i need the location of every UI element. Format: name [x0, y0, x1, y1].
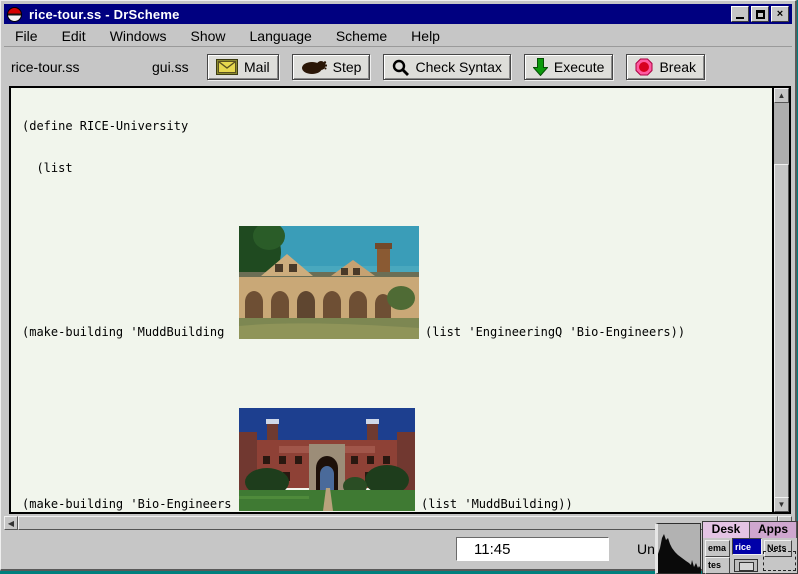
menu-show[interactable]: Show	[178, 26, 237, 46]
menu-bar: File Edit Windows Show Language Scheme H…	[4, 26, 792, 47]
scroll-up-arrow-icon[interactable]: ▲	[774, 88, 789, 103]
break-button-label: Break	[659, 59, 697, 75]
pager-selection-outline	[763, 551, 796, 571]
menu-scheme[interactable]: Scheme	[324, 26, 399, 46]
window-title: rice-tour.ss - DrScheme	[29, 6, 180, 22]
clock-display: 11:45	[456, 537, 609, 561]
clock-time: 11:45	[474, 540, 511, 558]
pager-body: ema rice Nets tes	[703, 538, 797, 574]
mudd-building-photo	[239, 226, 419, 339]
pager-item-rice-active[interactable]: rice	[732, 538, 762, 555]
maximize-button[interactable]	[751, 6, 769, 22]
green-down-arrow-icon	[532, 58, 548, 76]
close-button[interactable]: ×	[771, 6, 789, 22]
close-icon: ×	[776, 8, 784, 20]
vertical-scrollbar[interactable]: ▲ ▼	[772, 88, 789, 512]
bio-engineers-building-photo	[239, 408, 415, 511]
vertical-scrollbar-thumb[interactable]	[774, 164, 789, 502]
tab-desk[interactable]: Desk	[703, 522, 750, 538]
code-text: (make-building 'MuddBuilding	[22, 325, 225, 339]
execute-button-label: Execute	[553, 59, 605, 75]
desktop-pager-window: Desk Apps ema rice Nets tes	[702, 521, 798, 574]
menu-language[interactable]: Language	[238, 26, 324, 46]
teachpack-label: gui.ss	[152, 59, 189, 75]
code-text: (make-building 'Bio-Engineers	[22, 497, 232, 511]
mail-button-label: Mail	[244, 59, 270, 75]
pager-item-emacs[interactable]: ema	[705, 540, 730, 557]
code-row-mudd: (make-building 'MuddBuilding (list 'Engi…	[22, 226, 772, 339]
footprint-icon	[301, 61, 327, 74]
minimize-button[interactable]	[731, 6, 749, 22]
menu-help[interactable]: Help	[399, 26, 452, 46]
definitions-editor: (define RICE-University (list (make-buil…	[9, 86, 791, 514]
drscheme-window: rice-tour.ss - DrScheme × File Edit Wind…	[0, 0, 797, 571]
break-button[interactable]: Break	[626, 54, 706, 80]
code-area[interactable]: (define RICE-University (list (make-buil…	[11, 88, 772, 512]
step-button-label: Step	[332, 59, 362, 75]
menu-windows[interactable]: Windows	[98, 26, 179, 46]
title-bar[interactable]: rice-tour.ss - DrScheme ×	[4, 4, 792, 24]
code-text: (list 'EngineeringQ 'Bio-Engineers))	[425, 325, 686, 339]
scroll-down-arrow-icon[interactable]: ▼	[774, 497, 789, 512]
menu-file[interactable]: File	[4, 26, 50, 46]
drscheme-logo-icon	[7, 6, 22, 22]
execute-button[interactable]: Execute	[523, 54, 614, 80]
mail-button[interactable]: Mail	[207, 54, 279, 80]
desktop: { "colors": { "titlebar": "#000080", "ch…	[0, 0, 798, 574]
check-syntax-button[interactable]: Check Syntax	[383, 54, 511, 80]
minimize-icon	[736, 17, 744, 19]
maximize-icon	[755, 9, 765, 19]
magnifier-icon	[393, 59, 410, 76]
code-line-list: (list	[22, 161, 73, 175]
code-row-bio: (make-building 'Bio-Engineers (list 'Mud…	[22, 408, 772, 511]
scroll-left-arrow-icon[interactable]: ◀	[4, 516, 18, 530]
check-syntax-button-label: Check Syntax	[415, 59, 502, 75]
load-histogram-icon	[658, 534, 701, 573]
filename-label: rice-tour.ss	[11, 59, 80, 75]
xload-graph-window[interactable]	[655, 523, 701, 574]
code-line-define: (define RICE-University	[22, 119, 189, 133]
pager-tabs: Desk Apps	[703, 522, 797, 538]
step-button[interactable]: Step	[291, 54, 371, 80]
code-text: (list 'MuddBuilding))	[421, 497, 573, 511]
tab-apps[interactable]: Apps	[750, 522, 797, 538]
menu-edit[interactable]: Edit	[50, 26, 98, 46]
toolbar: rice-tour.ss gui.ss Mail Step Check Synt…	[4, 48, 792, 86]
mail-envelope-icon	[216, 59, 238, 75]
stop-sign-icon	[635, 58, 653, 76]
